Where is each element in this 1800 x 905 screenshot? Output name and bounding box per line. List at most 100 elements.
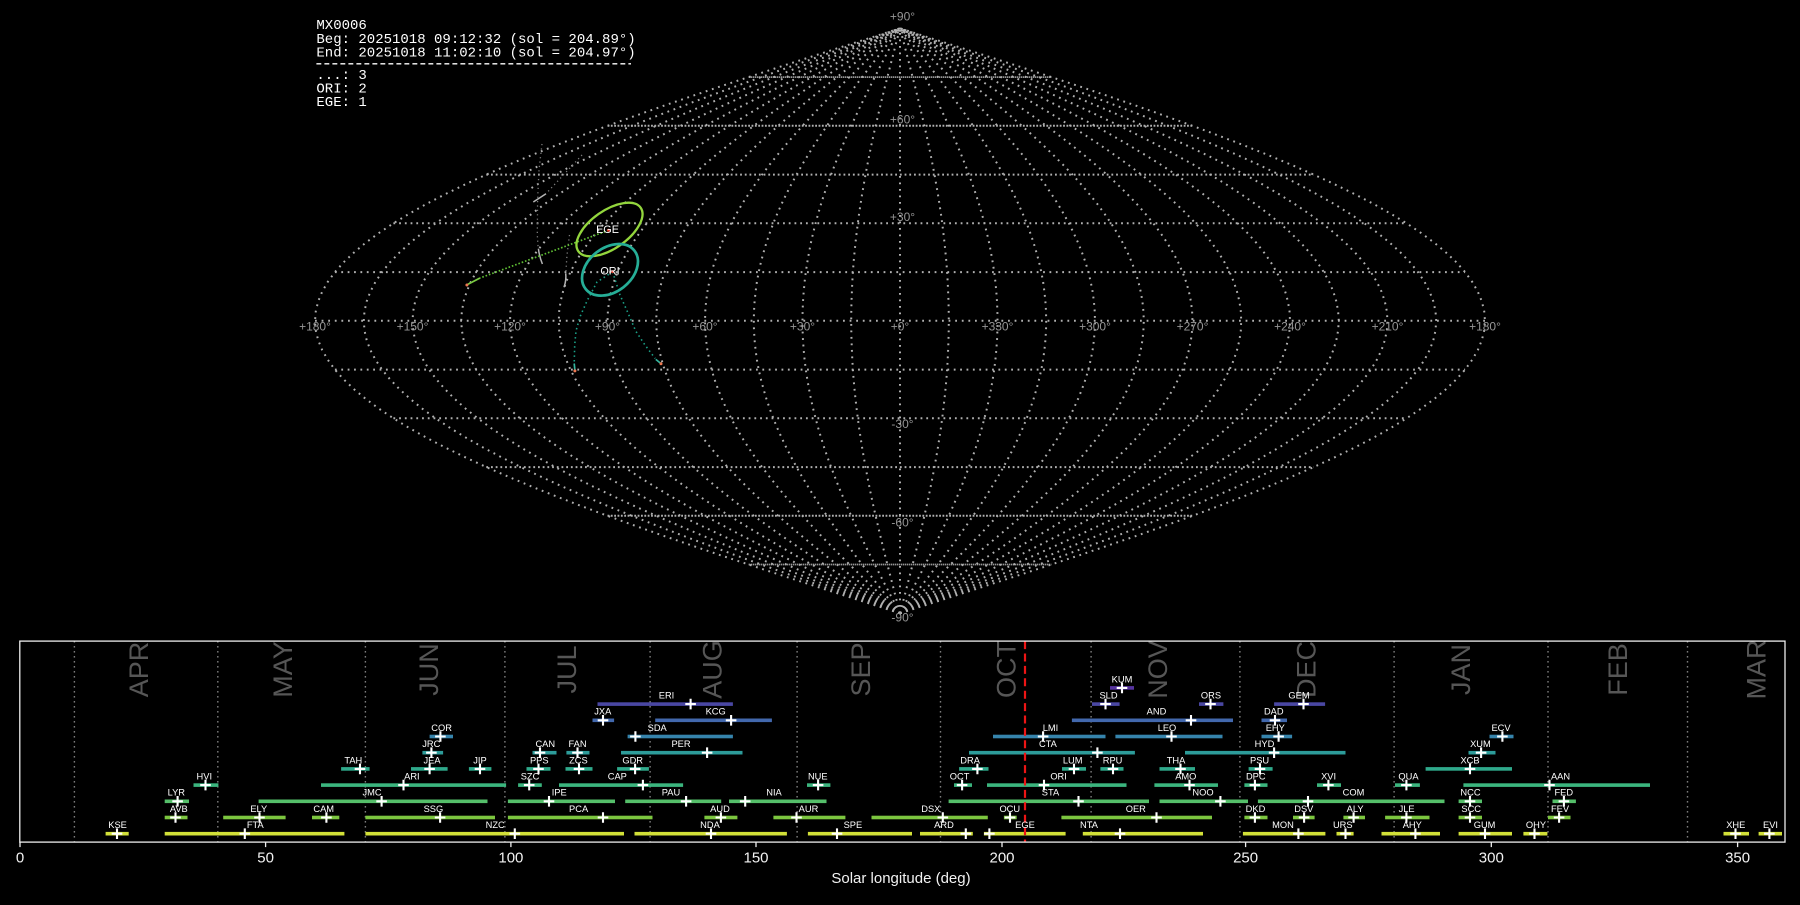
svg-text:+180°: +180° [299, 320, 331, 334]
svg-text:KSE: KSE [108, 820, 127, 830]
svg-text:SPE: SPE [844, 820, 863, 830]
svg-text:OHY: OHY [1526, 820, 1546, 830]
svg-text:GUM: GUM [1474, 820, 1496, 830]
svg-text:DSX: DSX [921, 804, 940, 814]
svg-text:OCU: OCU [999, 804, 1020, 814]
svg-text:ELY: ELY [250, 804, 267, 814]
svg-text:DAD: DAD [1264, 707, 1284, 717]
svg-text:GEM: GEM [1288, 691, 1309, 701]
svg-text:MAR: MAR [1742, 640, 1772, 700]
svg-text:EGE: 1: EGE: 1 [316, 95, 366, 111]
svg-text:NZC: NZC [486, 820, 505, 830]
svg-text:RPU: RPU [1103, 755, 1123, 765]
svg-text:DSV: DSV [1294, 804, 1314, 814]
svg-text:+120°: +120° [494, 320, 526, 334]
svg-text:COR: COR [431, 723, 452, 733]
svg-text:DEC: DEC [1292, 641, 1322, 698]
svg-text:+180°: +180° [1469, 320, 1501, 334]
svg-text:CAN: CAN [535, 739, 555, 749]
svg-text:JIP: JIP [473, 755, 486, 765]
svg-text:PER: PER [671, 739, 690, 749]
svg-text:JMC: JMC [362, 788, 381, 798]
svg-text:SEP: SEP [846, 642, 876, 696]
svg-text:ORS: ORS [1201, 691, 1221, 701]
svg-text:XCB: XCB [1460, 755, 1479, 765]
svg-text:APR: APR [124, 642, 154, 698]
svg-text:250: 250 [1233, 850, 1258, 867]
svg-text:LMI: LMI [1043, 723, 1059, 733]
svg-text:SLD: SLD [1099, 691, 1117, 701]
svg-text:FEB: FEB [1603, 643, 1633, 696]
svg-text:300: 300 [1479, 850, 1504, 867]
svg-text:NUE: NUE [808, 772, 828, 782]
svg-text:ARI: ARI [404, 772, 420, 782]
svg-text:NCC: NCC [1460, 788, 1480, 798]
svg-text:ORI: ORI [1050, 772, 1067, 782]
svg-text:NIA: NIA [766, 788, 782, 798]
svg-text:XUM: XUM [1470, 739, 1491, 749]
svg-text:50: 50 [257, 850, 274, 867]
svg-text:CAP: CAP [608, 772, 627, 782]
svg-text:KCG: KCG [706, 707, 726, 717]
svg-text:JUN: JUN [414, 643, 444, 696]
svg-text:+30°: +30° [890, 210, 915, 224]
svg-text:OCT: OCT [950, 772, 970, 782]
svg-text:JUL: JUL [552, 645, 582, 693]
svg-text:PSU: PSU [1250, 755, 1269, 765]
svg-text:AND: AND [1147, 707, 1167, 717]
svg-text:PPS: PPS [530, 755, 549, 765]
svg-text:LUM: LUM [1063, 755, 1083, 765]
svg-text:Solar longitude (deg): Solar longitude (deg) [831, 870, 970, 887]
svg-text:-60°: -60° [891, 515, 913, 529]
svg-text:FEV: FEV [1551, 804, 1570, 814]
svg-text:XHE: XHE [1726, 820, 1745, 830]
svg-text:EHY: EHY [1266, 723, 1285, 733]
svg-text:THA: THA [1167, 755, 1186, 765]
svg-text:JXA: JXA [594, 707, 612, 717]
svg-text:-30°: -30° [891, 417, 913, 431]
svg-text:AMO: AMO [1175, 772, 1196, 782]
svg-text:DPC: DPC [1246, 772, 1266, 782]
svg-text:+300°: +300° [1079, 320, 1111, 334]
svg-text:DRA: DRA [960, 755, 980, 765]
svg-text:+90°: +90° [890, 10, 915, 24]
svg-text:ZCS: ZCS [569, 755, 588, 765]
svg-text:SCC: SCC [1461, 804, 1481, 814]
svg-text:+240°: +240° [1274, 320, 1306, 334]
svg-text:STA: STA [1042, 788, 1060, 798]
svg-text:NTA: NTA [1080, 820, 1099, 830]
svg-text:350: 350 [1725, 850, 1750, 867]
svg-text:+210°: +210° [1372, 320, 1404, 334]
svg-text:ALY: ALY [1347, 804, 1364, 814]
svg-text:+90°: +90° [595, 320, 620, 334]
svg-text:EGE: EGE [1015, 820, 1035, 830]
svg-text:NDA: NDA [700, 820, 720, 830]
svg-text:SZC: SZC [521, 772, 540, 782]
svg-text:+0°: +0° [891, 320, 910, 334]
svg-text:EGE: EGE [596, 224, 619, 236]
svg-text:NOO: NOO [1192, 788, 1213, 798]
svg-text:AVB: AVB [170, 804, 188, 814]
svg-text:FAN: FAN [568, 739, 586, 749]
svg-text:EVI: EVI [1763, 820, 1778, 830]
svg-text:AAN: AAN [1551, 772, 1570, 782]
svg-text:ARD: ARD [934, 820, 954, 830]
svg-text:ECV: ECV [1491, 723, 1511, 733]
svg-text:100: 100 [498, 850, 523, 867]
svg-text:FTA: FTA [247, 820, 265, 830]
svg-text:JLE: JLE [1399, 804, 1415, 814]
svg-text:JEA: JEA [423, 755, 441, 765]
svg-text:MAY: MAY [268, 641, 298, 698]
svg-text:HVI: HVI [197, 772, 213, 782]
svg-text:+270°: +270° [1177, 320, 1209, 334]
svg-text:-90°: -90° [891, 611, 913, 625]
svg-text:JRC: JRC [422, 739, 440, 749]
svg-text:GDR: GDR [622, 755, 643, 765]
svg-text:ERI: ERI [659, 691, 675, 701]
svg-text:200: 200 [989, 850, 1014, 867]
svg-text:+330°: +330° [982, 320, 1014, 334]
svg-text:AUD: AUD [710, 804, 730, 814]
svg-text:XVI: XVI [1321, 772, 1336, 782]
svg-text:PAU: PAU [662, 788, 680, 798]
svg-text:+150°: +150° [397, 320, 429, 334]
